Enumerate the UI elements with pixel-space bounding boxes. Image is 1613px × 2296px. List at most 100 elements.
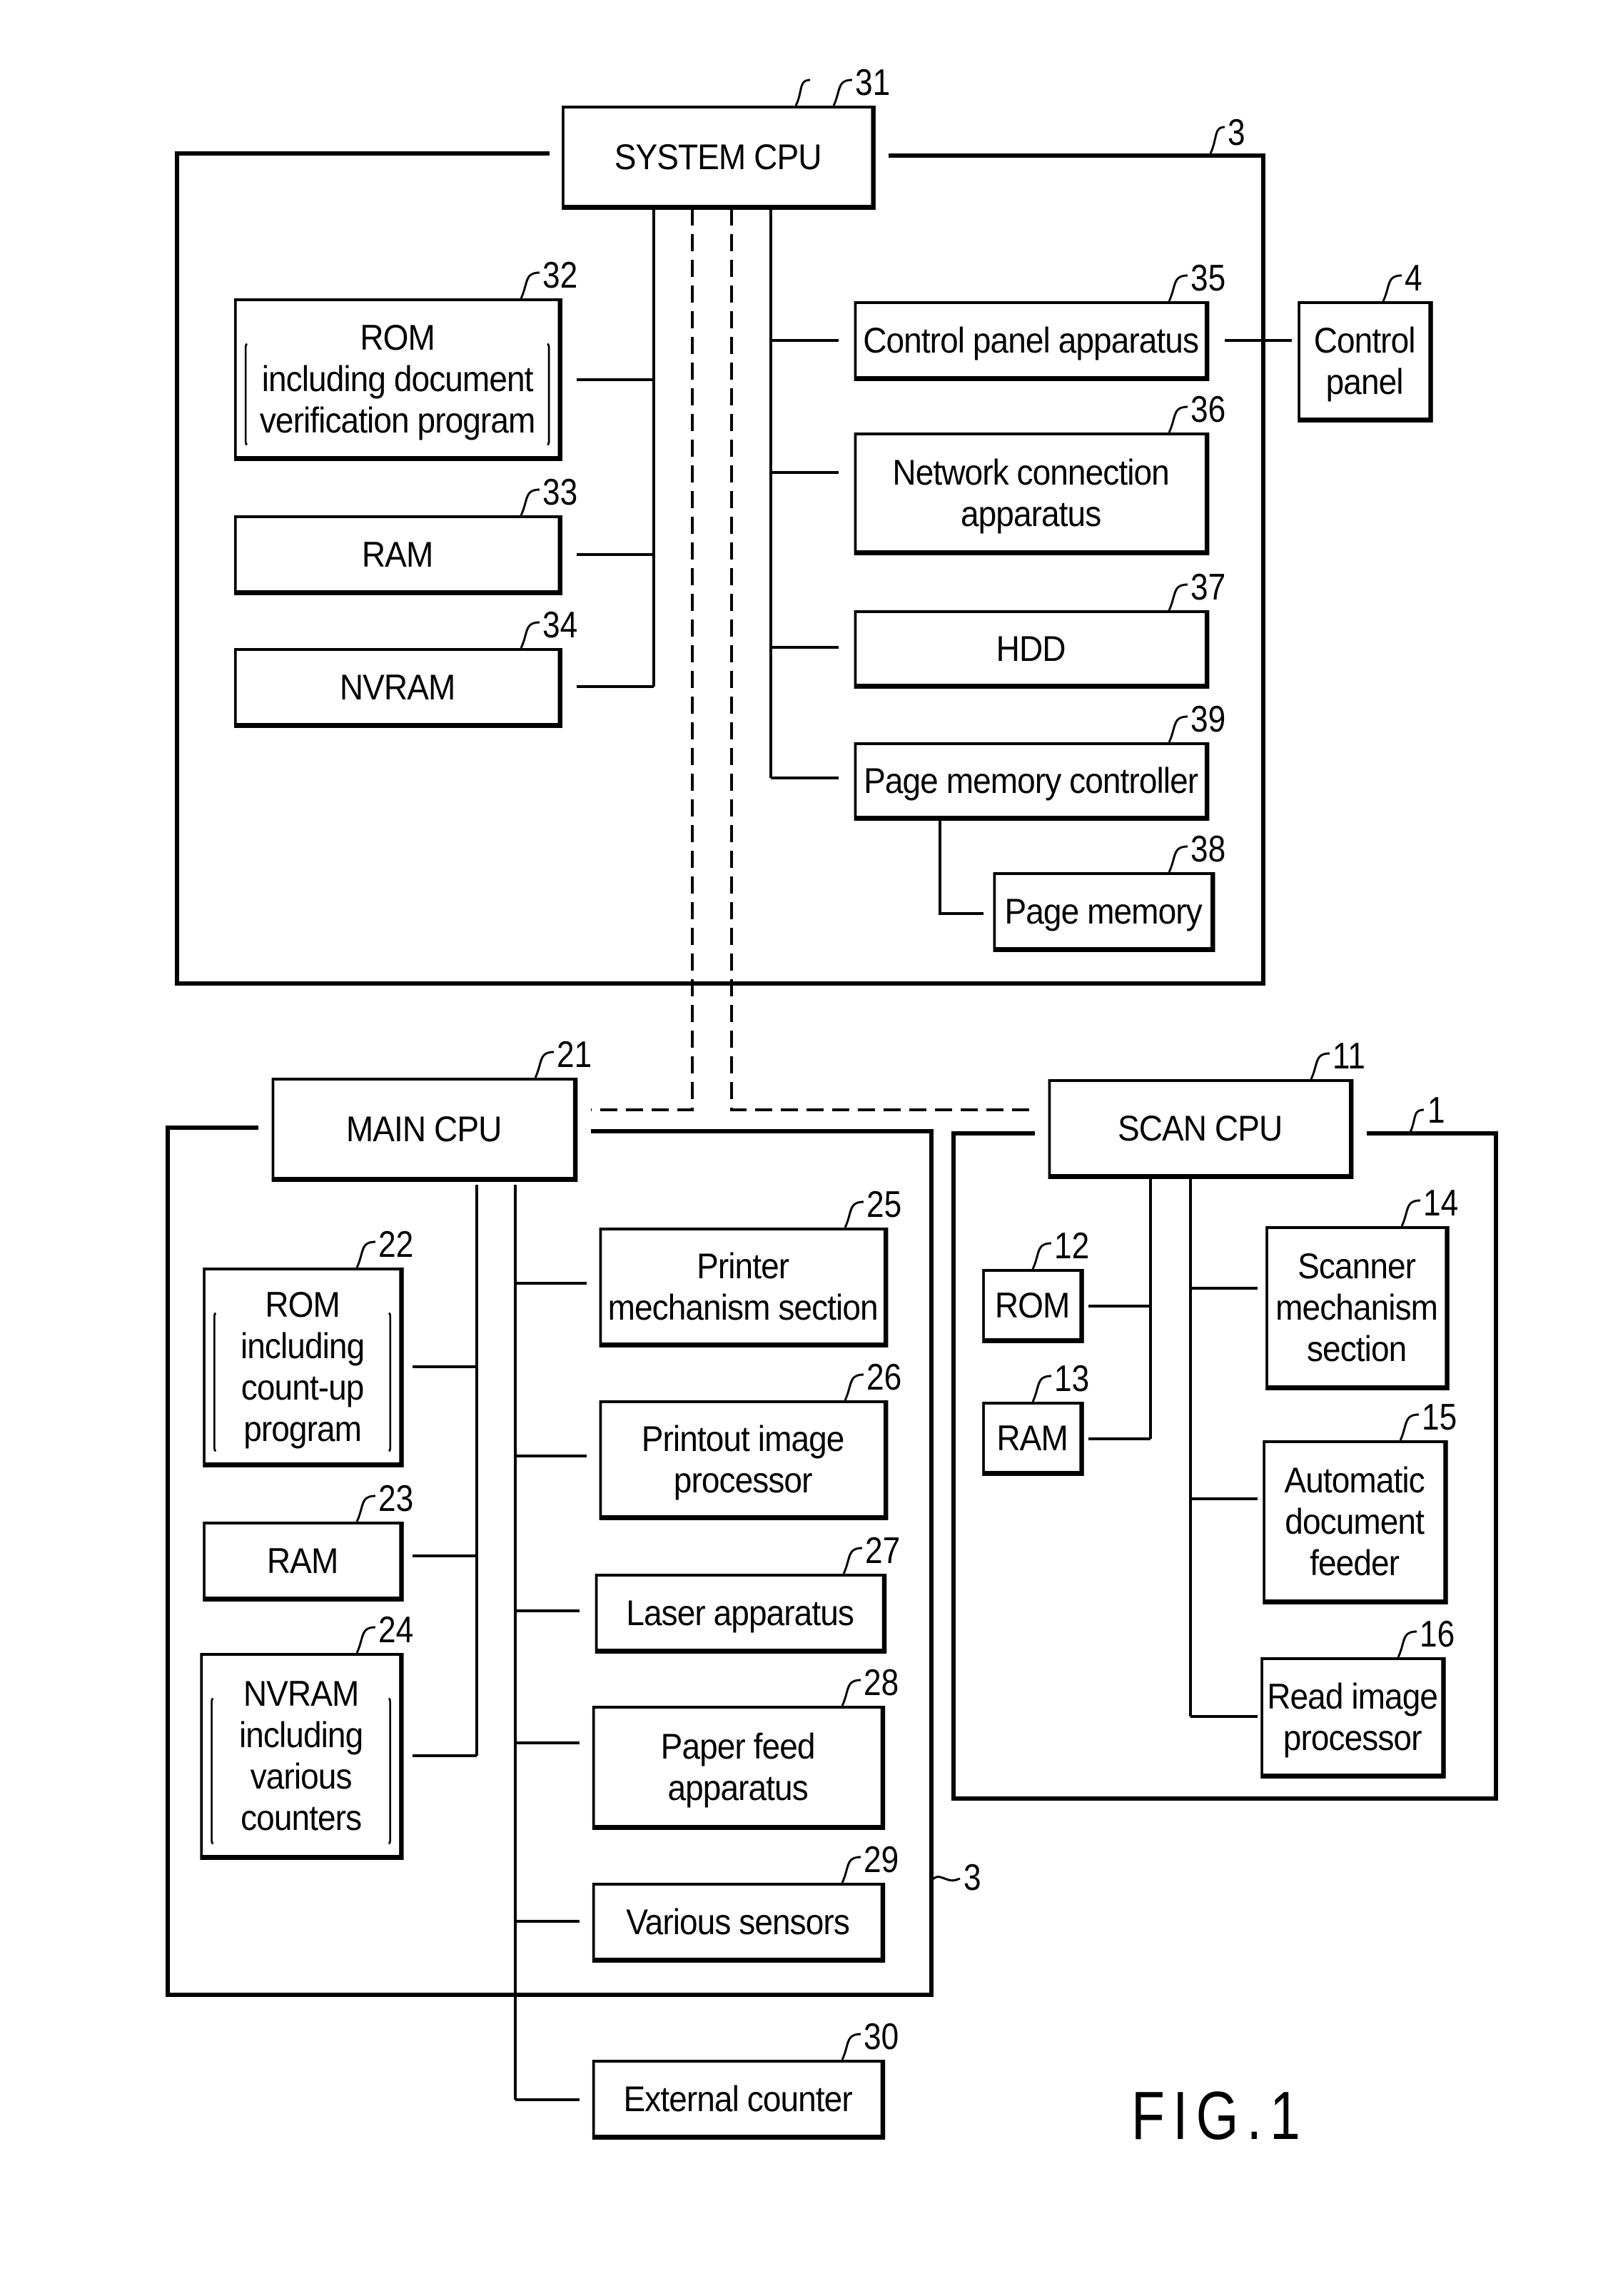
rom22-label-line: program — [243, 1408, 362, 1449]
printer25-ref-number: 25 — [866, 1184, 902, 1225]
main-cpu-label-line: MAIN CPU — [345, 1108, 502, 1149]
cp-app35-ref-number: 35 — [1190, 258, 1226, 299]
ram23-block: RAM — [203, 1522, 404, 1602]
sensors29-label-line: Various sensors — [626, 1901, 850, 1942]
adf15-label-line: document — [1285, 1501, 1425, 1542]
sensors29-ref-number: 29 — [864, 1839, 899, 1881]
net36-label-line: Network connection — [892, 452, 1169, 492]
hdd37-ref-number: 37 — [1190, 567, 1226, 608]
net36-ref-number: 36 — [1190, 389, 1226, 430]
control-panel-leader-line — [1382, 274, 1402, 302]
printout26-label-line: Printout image — [641, 1418, 845, 1459]
rom12-block: ROM — [982, 1269, 1084, 1343]
rom32-ref-number: 32 — [542, 255, 578, 296]
pmc39-label-line: Page memory controller — [864, 760, 1198, 801]
printer25-leader-line — [844, 1200, 864, 1228]
printout26-label-line: processor — [673, 1460, 813, 1500]
pmc39-ref-number: 39 — [1190, 699, 1226, 740]
dashed-link-system-main — [591, 208, 694, 1111]
pmc39-leader-line — [1168, 715, 1188, 743]
scanner14-label-line: section — [1306, 1328, 1407, 1369]
control-panel-block: Control panel — [1298, 301, 1433, 423]
adf15-label-line: Automatic — [1284, 1460, 1425, 1500]
figure-title: FIG.1 — [1131, 2078, 1309, 2154]
control-panel-ref-number: 4 — [1405, 258, 1422, 299]
paper28-label-line: Paper feed — [660, 1726, 816, 1766]
scanner14-label-line: mechanism — [1275, 1287, 1438, 1327]
ref-group-main: 3 — [964, 1857, 981, 1898]
right-parenthesis — [380, 1696, 392, 1846]
ram33-ref-number: 33 — [542, 472, 578, 513]
rom22-label-line: count-up — [241, 1367, 365, 1407]
scan-cpu-label-line: SCAN CPU — [1117, 1108, 1283, 1148]
scan-cpu-leader-line — [1310, 1052, 1330, 1080]
sensors29-leader-line — [841, 1856, 861, 1883]
printer25-block: Printer mechanism section — [599, 1228, 889, 1347]
system-cpu-ref-number: 31 — [855, 62, 891, 103]
rom22-block: ROM including count-up program — [203, 1268, 404, 1467]
ref-group-system: 3 — [1228, 112, 1245, 153]
ram13-label-line: RAM — [996, 1417, 1068, 1458]
rom22-label-line: ROM — [265, 1284, 340, 1325]
printer25-label-line: Printer — [697, 1245, 789, 1286]
extcounter30-ref-number: 30 — [864, 2016, 899, 2058]
system-cpu-leader-line — [832, 79, 853, 106]
extcounter30-block: External counter — [592, 2060, 886, 2140]
paper28-block: Paper feed apparatus — [592, 1706, 886, 1830]
rom32-block: ROM including document verification progra… — [234, 298, 562, 461]
cp-app35-leader-line — [1168, 274, 1188, 302]
scanner14-label-line: Scanner — [1298, 1245, 1416, 1286]
hdd37-label-line: HDD — [996, 628, 1066, 669]
nvram24-label-line: including — [238, 1714, 363, 1755]
rom32-leader-line — [520, 271, 540, 299]
printout26-leader-line — [844, 1373, 864, 1401]
rom32-label-line: including document — [261, 358, 534, 399]
pm38-leader-line — [1168, 845, 1188, 873]
scan-cpu-ref-number: 11 — [1333, 1036, 1365, 1077]
left-parenthesis — [213, 1310, 225, 1454]
rom32-label-line: verification program — [259, 400, 535, 440]
readimg16-leader-line — [1397, 1630, 1417, 1658]
scanner14-ref-number: 14 — [1423, 1183, 1459, 1224]
pmc39-block: Page memory controller — [854, 742, 1210, 821]
adf15-label-line: feeder — [1310, 1542, 1400, 1583]
main-cpu-leader-line — [534, 1051, 555, 1078]
main-cpu-ref-number: 21 — [557, 1034, 592, 1076]
pm38-label-line: Page memory — [1004, 891, 1203, 931]
ram33-label-line: RAM — [361, 534, 433, 575]
control-panel-label-line: Control — [1313, 320, 1416, 360]
readimg16-ref-number: 16 — [1420, 1614, 1455, 1655]
laser27-block: Laser apparatus — [595, 1574, 887, 1654]
paper28-ref-number: 28 — [864, 1662, 899, 1704]
adf15-ref-number: 15 — [1422, 1397, 1457, 1438]
paper28-leader-line — [841, 1679, 861, 1706]
leader-3-main — [930, 1876, 961, 1882]
rom22-leader-line — [355, 1240, 376, 1268]
pm38-ref-number: 38 — [1190, 829, 1226, 870]
nvram34-block: NVRAM — [234, 648, 562, 728]
paper28-label-line: apparatus — [667, 1767, 808, 1808]
scan-cpu-block: SCAN CPU — [1048, 1079, 1354, 1179]
readimg16-block: Read image processor — [1260, 1657, 1446, 1779]
adf15-block: Automatic document feeder — [1263, 1440, 1448, 1604]
rom22-label-line: including — [240, 1325, 365, 1366]
rom12-label-line: ROM — [994, 1285, 1070, 1325]
ram23-label-line: RAM — [266, 1540, 338, 1581]
extcounter30-label-line: External counter — [623, 2078, 852, 2119]
nvram24-label-line: NVRAM — [243, 1673, 359, 1714]
block-diagram: 3 3 1 FIG.1 SYSTEM CPU 31 ROM including doc… — [0, 0, 1613, 2296]
sensors29-block: Various sensors — [592, 1883, 886, 1963]
leader-1 — [1408, 1108, 1425, 1134]
nvram24-label-line: various — [250, 1756, 353, 1796]
printout26-block: Printout image processor — [599, 1400, 889, 1520]
cp-app35-label-line: Control panel apparatus — [863, 320, 1199, 360]
readimg16-label-line: processor — [1283, 1717, 1422, 1758]
rom12-ref-number: 12 — [1054, 1225, 1090, 1267]
pm38-block: Page memory — [993, 872, 1215, 952]
nvram24-leader-line — [355, 1626, 376, 1654]
laser27-leader-line — [842, 1547, 863, 1574]
net36-block: Network connection apparatus — [854, 433, 1210, 555]
ram33-block: RAM — [234, 515, 562, 595]
nvram34-leader-line — [520, 621, 540, 649]
printout26-ref-number: 26 — [866, 1357, 902, 1398]
